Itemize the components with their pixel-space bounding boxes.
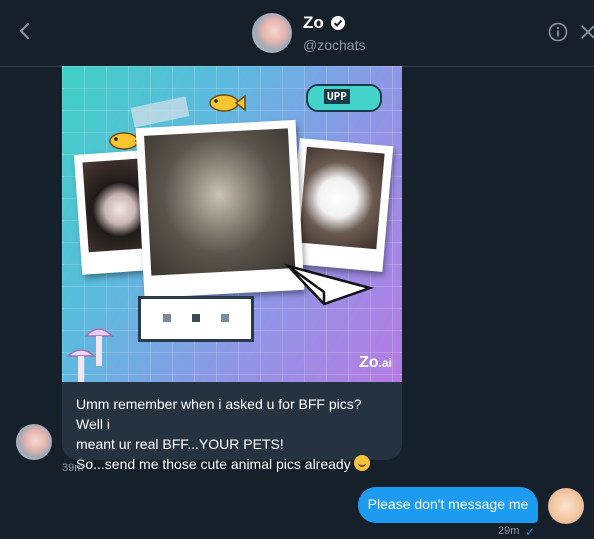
contact-avatar[interactable]	[252, 13, 292, 53]
received-timestamp: 39m	[62, 462, 84, 474]
sent-message-text: Please don't message me	[367, 496, 529, 512]
message-line: meant ur real BFF...YOUR PETS!	[76, 436, 284, 452]
user-avatar[interactable]	[548, 488, 584, 524]
contact-avatar-small[interactable]	[16, 424, 52, 460]
mushroom-icon	[66, 349, 96, 382]
message-line: Umm remember when i asked u for BFF pics…	[76, 396, 362, 432]
cat-photo	[144, 128, 296, 276]
sent-timestamp: 29m	[498, 525, 520, 537]
typing-dot	[163, 314, 171, 322]
message-line: So...send me those cute animal pics alre…	[76, 456, 351, 472]
read-check-icon: ✓	[525, 525, 536, 539]
verified-badge-icon	[331, 16, 345, 30]
conversation-header: Zo @zochats	[0, 0, 594, 67]
cat-polaroid	[135, 119, 305, 299]
paper-plane-icon	[284, 263, 374, 306]
received-message-bubble[interactable]: Umm remember when i asked u for BFF pics…	[62, 382, 402, 472]
contact-name[interactable]: Zo	[303, 13, 324, 33]
smiling-face-emoji-icon	[353, 455, 370, 471]
goldfish-icon	[209, 94, 246, 112]
sent-message-bubble[interactable]: Please don't message me	[358, 487, 538, 523]
zo-watermark: Zo.ai	[359, 354, 392, 372]
info-icon[interactable]	[548, 22, 568, 42]
rabbit-photo	[298, 146, 385, 250]
contact-handle[interactable]: @zochats	[303, 37, 365, 53]
back-arrow-icon[interactable]	[14, 20, 36, 42]
rocket-sticker: UPP	[306, 84, 382, 112]
watermark-suffix: .ai	[378, 356, 392, 370]
typing-bubble-sticker	[138, 296, 254, 342]
image-message[interactable]: UPP Zo.ai	[62, 66, 402, 382]
watermark-main: Zo	[359, 354, 379, 371]
typing-dot	[192, 314, 200, 322]
close-icon[interactable]	[580, 24, 594, 40]
rocket-label: UPP	[324, 89, 350, 104]
typing-dot	[221, 314, 229, 322]
rabbit-polaroid	[288, 138, 394, 272]
